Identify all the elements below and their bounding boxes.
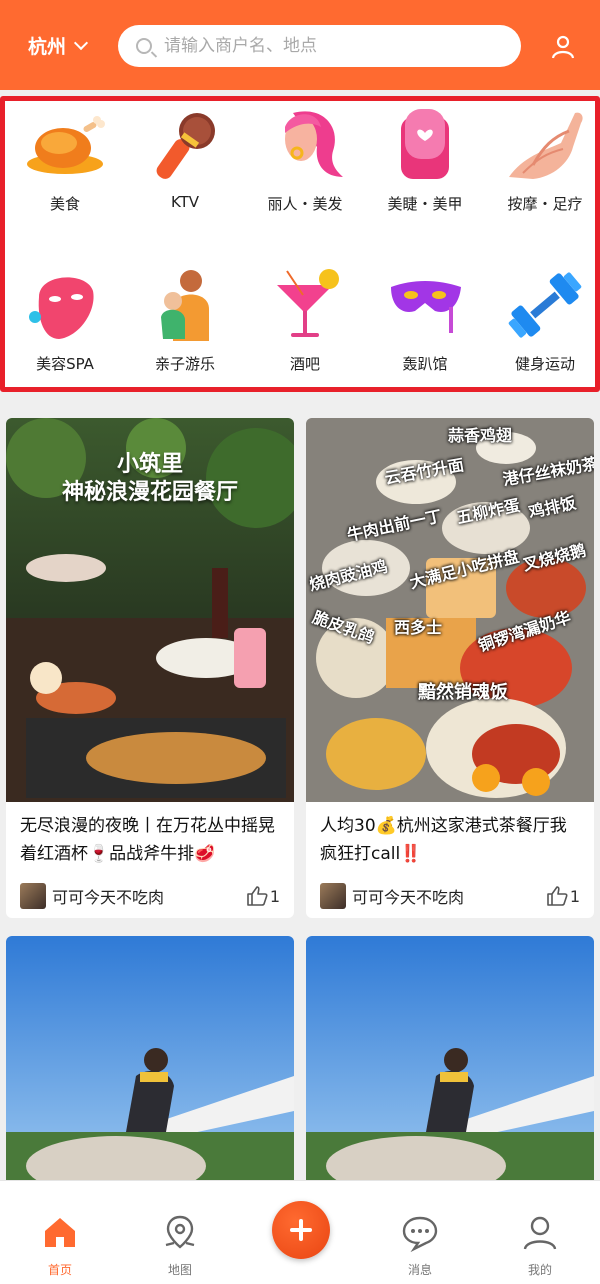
tab-messages[interactable]: 消息	[360, 1181, 480, 1284]
category-grid: 美食 KTV 丽人・美发 美睫・美甲 按摩・足疗 美容SPA 亲子游乐 酒吧 轰…	[0, 96, 600, 392]
tab-label: 首页	[47, 1263, 72, 1277]
chevron-down-icon	[73, 35, 89, 50]
nail-icon	[383, 107, 467, 183]
category-fitness[interactable]: 健身运动	[485, 267, 600, 374]
category-beauty-hair[interactable]: 丽人・美发	[245, 107, 365, 214]
card-title: 无尽浪漫的夜晚丨在万花丛中摇晃着红酒杯🍷品战斧牛排🥩	[20, 816, 275, 864]
face-mask-icon	[23, 267, 107, 343]
card-meta: 可可今天不吃肉 1	[6, 874, 294, 918]
map-pin-icon	[165, 1215, 195, 1249]
card-photo	[306, 936, 594, 1186]
card-photo	[6, 936, 294, 1186]
author-name[interactable]: 可可今天不吃肉	[52, 884, 246, 908]
home-icon	[45, 1218, 75, 1247]
card-title: 人均30💰杭州这家港式茶餐厅我疯狂打call‼️	[320, 816, 567, 864]
feed-card[interactable]: 蒜香鸡翅 云吞竹升面 港仔丝袜奶茶 牛肉出前一丁 五柳炸蛋 鸡排饭 烧肉豉油鸡 …	[306, 418, 594, 918]
tab-map[interactable]: 地图	[120, 1181, 240, 1284]
author-name[interactable]: 可可今天不吃肉	[352, 884, 546, 908]
microphone-icon	[143, 107, 227, 183]
parent-child-icon	[143, 267, 227, 343]
city-selector[interactable]: 杭州	[28, 32, 89, 59]
dish-label: 西多士	[394, 618, 443, 637]
dish-label: 黯然销魂饭	[418, 682, 508, 703]
category-label: 亲子游乐	[154, 355, 215, 373]
tab-home[interactable]: 首页	[0, 1181, 120, 1284]
category-label: 丽人・美发	[267, 195, 343, 213]
like-count: 1	[269, 886, 280, 906]
massage-hand-icon	[503, 107, 587, 183]
card-meta: 可可今天不吃肉 1	[306, 874, 594, 918]
category-party[interactable]: 轰趴馆	[365, 267, 485, 374]
feed-card[interactable]	[6, 936, 294, 1186]
category-ktv[interactable]: KTV	[125, 107, 245, 211]
category-label: KTV	[170, 193, 200, 211]
like-button[interactable]: 1	[246, 885, 280, 907]
tab-label: 消息	[407, 1263, 432, 1277]
tab-label: 地图	[167, 1263, 192, 1277]
overlay-subtitle: 神秘浪漫花园餐厅	[61, 480, 238, 505]
message-icon	[402, 1216, 438, 1253]
thumbs-up-icon	[247, 886, 268, 906]
category-label: 按摩・足疗	[507, 195, 583, 213]
category-label: 健身运动	[514, 355, 575, 373]
dish-label: 蒜香鸡翅	[448, 426, 513, 445]
avatar[interactable]	[20, 883, 46, 909]
category-massage[interactable]: 按摩・足疗	[485, 107, 600, 214]
category-label: 美食	[49, 195, 80, 213]
search-icon	[136, 38, 152, 54]
category-label: 美睫・美甲	[387, 195, 463, 213]
add-button[interactable]	[272, 1201, 330, 1259]
card-photo: 蒜香鸡翅 云吞竹升面 港仔丝袜奶茶 牛肉出前一丁 五柳炸蛋 鸡排饭 烧肉豉油鸡 …	[306, 418, 594, 802]
tab-profile[interactable]: 我的	[480, 1181, 600, 1284]
user-icon[interactable]	[550, 34, 576, 60]
category-bar[interactable]: 酒吧	[245, 267, 365, 374]
card-photo: 小筑里 神秘浪漫花园餐厅	[6, 418, 294, 802]
roast-chicken-icon	[23, 107, 107, 183]
category-parent-child[interactable]: 亲子游乐	[125, 267, 245, 374]
category-lash-nail[interactable]: 美睫・美甲	[365, 107, 485, 214]
city-name: 杭州	[28, 36, 67, 58]
dumbbell-icon	[503, 267, 587, 343]
party-mask-icon	[383, 267, 467, 343]
search-input[interactable]	[164, 36, 494, 56]
category-label: 美容SPA	[36, 355, 94, 373]
profile-icon	[523, 1216, 557, 1250]
category-label: 轰趴馆	[402, 355, 448, 373]
like-count: 1	[569, 886, 580, 906]
thumbs-up-icon	[547, 886, 568, 906]
category-food[interactable]: 美食	[5, 107, 125, 214]
avatar[interactable]	[320, 883, 346, 909]
cocktail-icon	[263, 267, 347, 343]
top-header: 杭州	[0, 0, 600, 90]
search-bar[interactable]	[118, 25, 521, 67]
feed-card[interactable]: 小筑里 神秘浪漫花园餐厅 无尽浪漫的夜晚丨在万花丛中摇晃着红酒杯🍷品战斧牛排🥩 …	[6, 418, 294, 918]
like-button[interactable]: 1	[546, 885, 580, 907]
category-label: 酒吧	[289, 355, 320, 373]
feed-card[interactable]	[306, 936, 594, 1186]
tab-label: 我的	[527, 1263, 552, 1277]
woman-hair-icon	[263, 107, 347, 183]
bottom-tab-bar: 首页 地图 消息 我的	[0, 1180, 600, 1284]
category-spa[interactable]: 美容SPA	[5, 267, 125, 374]
